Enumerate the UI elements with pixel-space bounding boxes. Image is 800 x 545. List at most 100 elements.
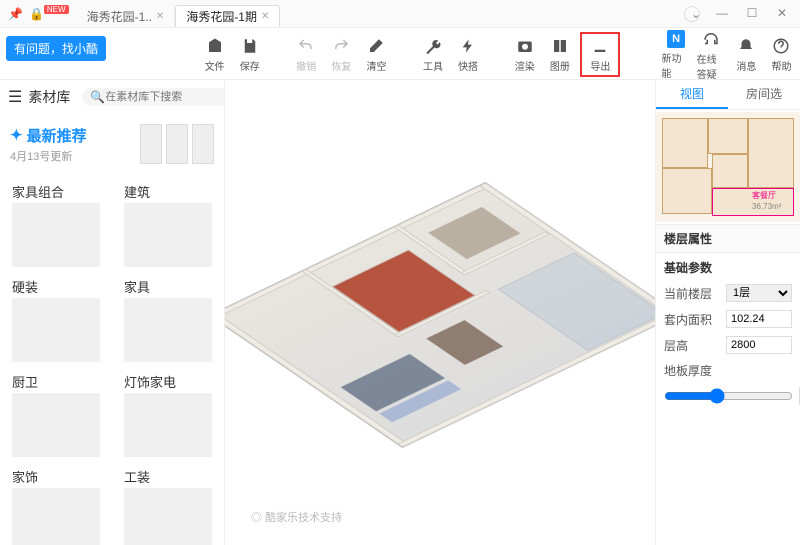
pin-icon[interactable]: 📌 [8, 7, 23, 21]
menu-icon[interactable]: ☰ [8, 87, 22, 107]
category-sofa[interactable]: 家具组合 [0, 174, 112, 269]
slider-floor-thickness[interactable] [664, 388, 793, 404]
category-stairs[interactable]: 建筑 [112, 174, 224, 269]
tab-room-select[interactable]: 房间选 [728, 80, 800, 109]
section-floor-props: 楼层属性 [656, 224, 800, 253]
category-thumb [12, 203, 100, 267]
maximize-button[interactable]: ☐ [744, 6, 760, 22]
undo-label: 撤销 [296, 58, 316, 73]
headset-icon [701, 29, 721, 49]
category-label: 家具 [124, 277, 214, 296]
search-icon: 🔍 [90, 90, 105, 104]
watermark: ◎ 酷家乐技术支持 [243, 507, 350, 527]
message-button[interactable]: 消息 [732, 36, 761, 73]
wrench-icon [423, 36, 443, 56]
save-button[interactable]: 保存 [235, 36, 264, 73]
clear-button[interactable]: 清空 [362, 36, 391, 73]
category-faucet[interactable]: 厨卫 [0, 364, 112, 459]
file-button[interactable]: 文件 [200, 36, 229, 73]
camera-icon [515, 36, 535, 56]
save-icon [240, 36, 260, 56]
redo-label: 恢复 [331, 58, 351, 73]
sidebar-title: 素材库 [28, 87, 70, 107]
main-toolbar: 文件 保存 撤销 恢复 清空 工具 快搭 渲染 图册 导出 [0, 30, 800, 80]
category-label: 工装 [124, 467, 214, 486]
export-icon [590, 36, 610, 56]
category-label: 建筑 [124, 182, 214, 201]
close-icon[interactable]: ✕ [156, 11, 164, 22]
export-button[interactable]: 导出 [583, 36, 617, 73]
title-bar: 📌 🔒NEW 海秀花园-1.. ✕ 海秀花园-1期 ✕ ⌄ — ☐ ✕ [0, 0, 800, 28]
input-height[interactable] [726, 336, 792, 354]
redo-icon [331, 36, 351, 56]
label-area: 套内面积 [664, 311, 720, 328]
tools-button[interactable]: 工具 [418, 36, 447, 73]
category-grid: 家具组合建筑硬装 家具厨卫 灯饰家电家饰 工装 [0, 174, 224, 545]
category-lamp[interactable]: 灯饰家电 [112, 364, 224, 459]
category-hex[interactable]: 硬装 [0, 269, 112, 364]
help-button[interactable]: 帮助 [767, 36, 796, 73]
save-label: 保存 [240, 58, 260, 73]
redo-button[interactable]: 恢复 [327, 36, 356, 73]
quick-label: 快搭 [458, 58, 478, 73]
tab-label: 海秀花园-1.. [87, 8, 152, 25]
promo-title: 最新推荐 [27, 125, 87, 146]
promo-banner[interactable]: ✦最新推荐 4月13号更新 [0, 114, 224, 174]
close-icon[interactable]: ✕ [261, 11, 269, 22]
tab-label: 海秀花园-1期 [186, 8, 257, 25]
new-badge-icon: N [667, 30, 685, 48]
category-label: 家饰 [12, 467, 102, 486]
render-button[interactable]: 渲染 [510, 36, 539, 73]
help-bubble[interactable]: 有问题，找小酷 [6, 36, 106, 61]
undo-button[interactable]: 撤销 [292, 36, 321, 73]
document-tabs: 海秀花园-1.. ✕ 海秀花园-1期 ✕ [77, 0, 281, 27]
category-label: 硬装 [12, 277, 102, 296]
search-box[interactable]: 🔍 [82, 88, 225, 106]
minimap[interactable]: 客餐厅 36.73m² [656, 112, 800, 222]
3d-canvas[interactable]: ◎ 酷家乐技术支持 [225, 80, 655, 545]
category-thumb [12, 298, 100, 362]
select-current-floor[interactable]: 1层 [726, 284, 792, 302]
category-thumb [12, 488, 100, 545]
quickbuild-button[interactable]: 快搭 [454, 36, 483, 73]
minimap-room-area: 36.73m² [752, 202, 781, 211]
export-highlight: 导出 [580, 32, 620, 77]
tab-inactive[interactable]: 海秀花园-1.. ✕ [77, 5, 176, 27]
file-label: 文件 [205, 58, 225, 73]
minimize-button[interactable]: — [714, 6, 730, 22]
album-button[interactable]: 图册 [545, 36, 574, 73]
lightning-icon [458, 36, 478, 56]
question-icon [771, 36, 791, 56]
export-label: 导出 [590, 58, 610, 73]
label-current-floor: 当前楼层 [664, 285, 720, 302]
label-floor-thickness: 地板厚度 [664, 362, 720, 379]
material-sidebar: ☰ 素材库 🔍 📷 ✦最新推荐 4月13号更新 家具组合建筑硬装家具厨卫灯饰家电… [0, 80, 225, 545]
support-button[interactable]: 在线答疑 [697, 29, 726, 81]
label-height: 层高 [664, 337, 720, 354]
tab-active[interactable]: 海秀花园-1期 ✕ [175, 5, 280, 27]
help-label: 帮助 [771, 58, 791, 73]
close-button[interactable]: ✕ [774, 6, 790, 22]
promo-subtitle: 4月13号更新 [10, 148, 87, 164]
tab-view[interactable]: 视图 [656, 80, 728, 109]
category-chair[interactable]: 家具 [112, 269, 224, 364]
search-input[interactable] [105, 91, 225, 103]
category-label: 灯饰家电 [124, 372, 214, 391]
sparkle-icon: ✦ [10, 126, 23, 144]
clear-label: 清空 [366, 58, 386, 73]
category-office[interactable]: 工装 [112, 459, 224, 545]
whatsnew-button[interactable]: N 新功能 [662, 30, 691, 80]
category-label: 厨卫 [12, 372, 102, 391]
category-thumb [124, 488, 212, 545]
lock-icon[interactable]: 🔒NEW [29, 7, 69, 21]
input-area[interactable] [726, 310, 792, 328]
eraser-icon [366, 36, 386, 56]
new-badge: NEW [44, 5, 69, 14]
tools-label: 工具 [423, 58, 443, 73]
category-thumb [124, 298, 212, 362]
promo-thumbs [140, 124, 214, 164]
undo-icon [296, 36, 316, 56]
category-deco[interactable]: 家饰 [0, 459, 112, 545]
dropdown-icon[interactable]: ⌄ [684, 6, 700, 22]
book-icon [550, 36, 570, 56]
